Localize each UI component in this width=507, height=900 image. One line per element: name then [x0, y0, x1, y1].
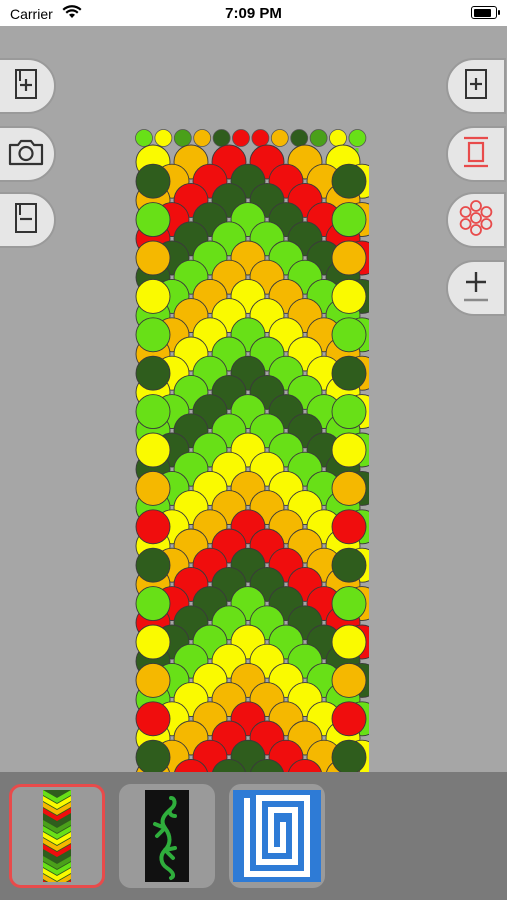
strand-bead [348, 129, 367, 147]
edge-knot [135, 701, 171, 737]
meander-pattern-icon [233, 790, 321, 882]
edge-knot [135, 586, 171, 622]
remove-row-button[interactable] [0, 192, 56, 248]
edge-knot [135, 163, 171, 199]
strand-bead [154, 129, 173, 147]
strand-bead [135, 129, 153, 147]
clock: 7:09 PM [225, 5, 282, 22]
camera-icon [7, 137, 45, 172]
add-row-above-button[interactable] [0, 58, 56, 114]
edge-knot [135, 470, 171, 506]
edge-knot [331, 278, 367, 314]
pattern-thumbnail-chevron[interactable] [9, 784, 105, 888]
battery-icon [471, 6, 500, 19]
add-row-icon [11, 67, 41, 106]
edge-knot [331, 701, 367, 737]
pattern-thumbnail-meander[interactable] [229, 784, 325, 888]
edge-knot [135, 509, 171, 545]
strand-bead [309, 129, 328, 147]
edge-knot [331, 547, 367, 583]
edge-knot [135, 317, 171, 353]
edge-knot [135, 624, 171, 660]
edge-knot [331, 202, 367, 238]
edge-knot [135, 278, 171, 314]
add-strand-button[interactable] [446, 58, 506, 114]
strand-bead [212, 129, 231, 147]
edge-knot [331, 317, 367, 353]
edge-knot [135, 202, 171, 238]
edge-knot [331, 662, 367, 698]
edge-knot [135, 394, 171, 430]
edge-knot [331, 586, 367, 622]
pattern-thumbnail-lizard[interactable] [119, 784, 215, 888]
edge-knot [331, 394, 367, 430]
status-bar: Carrier 7:09 PM [0, 0, 507, 26]
edge-knot [331, 163, 367, 199]
chevron-pattern-icon [43, 790, 71, 882]
edge-knot [331, 739, 367, 772]
strand-bead [329, 129, 347, 147]
edge-knot [135, 662, 171, 698]
edge-knot [135, 739, 171, 772]
edge-knot [331, 624, 367, 660]
edge-knot [331, 470, 367, 506]
strand-bead [193, 129, 212, 147]
edge-knot [135, 432, 171, 468]
camera-button[interactable] [0, 126, 56, 182]
plus-minus-icon [460, 268, 492, 309]
add-page-icon [461, 67, 491, 106]
edge-knot [331, 355, 367, 391]
edge-knot [331, 240, 367, 276]
frame-button[interactable] [446, 126, 506, 182]
strand-bead [173, 129, 192, 147]
strand-bead [270, 129, 289, 147]
edge-knot [331, 509, 367, 545]
edge-knot [135, 547, 171, 583]
zoom-button[interactable] [446, 260, 506, 316]
lizard-pattern-icon [145, 790, 189, 882]
strand-bead [251, 129, 270, 147]
edge-knot [135, 240, 171, 276]
edge-knot [135, 355, 171, 391]
frame-icon [461, 135, 491, 174]
strand-bead [290, 129, 309, 147]
knot-pattern-button[interactable] [446, 192, 506, 248]
knot-pattern-icon [456, 198, 496, 243]
edge-knot [331, 432, 367, 468]
bracelet-pattern[interactable] [133, 128, 369, 772]
remove-row-icon [11, 201, 41, 240]
strand-bead [232, 129, 250, 147]
